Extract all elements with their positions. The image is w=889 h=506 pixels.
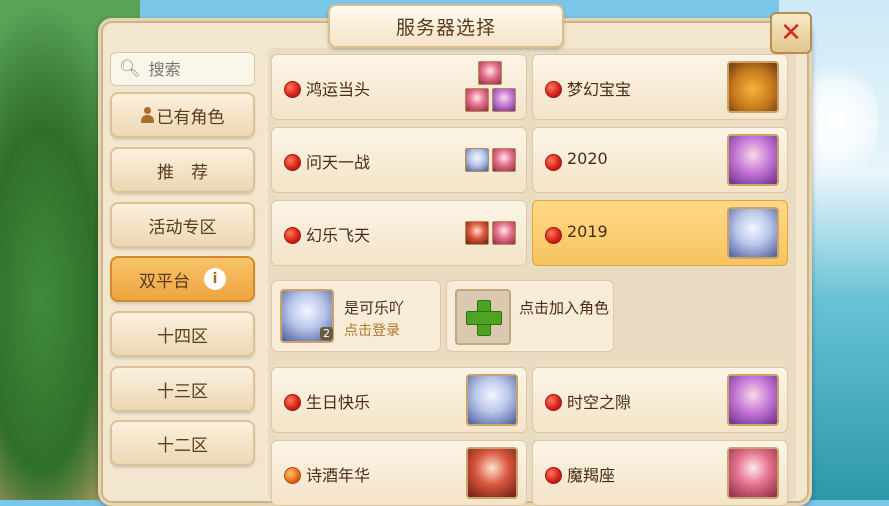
status-dot-icon — [545, 81, 562, 98]
role-avatar-icon — [465, 148, 489, 172]
server-name: 2020 — [567, 149, 608, 168]
status-dot-icon — [545, 467, 562, 484]
server-card[interactable]: 问天一战 — [271, 127, 527, 193]
server-card[interactable]: 诗酒年华 — [271, 440, 527, 506]
status-dot-icon — [284, 467, 301, 484]
server-card[interactable]: 鸿运当头 — [271, 54, 527, 120]
level-badge: 2 — [320, 327, 333, 340]
role-avatar-icon — [478, 61, 502, 85]
login-link[interactable]: 点击登录 — [344, 320, 400, 340]
server-card[interactable]: 幻乐飞天 — [271, 200, 527, 266]
tiger-avatar-icon — [727, 61, 779, 113]
close-button[interactable]: ✕ — [770, 12, 812, 54]
server-card[interactable]: 梦幻宝宝 — [532, 54, 788, 120]
search-input[interactable] — [146, 58, 251, 80]
server-name: 诗酒年华 — [306, 466, 371, 485]
search-icon: 🔍︎ — [119, 59, 141, 79]
server-card-selected[interactable]: 2019 — [532, 200, 788, 266]
sidebar-item-dual-platform[interactable]: 双平台 i — [110, 256, 255, 302]
add-role-label: 点击加入角色 — [519, 299, 610, 317]
role-avatar-icon — [465, 221, 489, 245]
status-dot-icon — [284, 81, 301, 98]
server-card[interactable]: 时空之隙 — [532, 367, 788, 433]
server-card[interactable]: 生日快乐 — [271, 367, 527, 433]
sidebar-item-recommended[interactable]: 推 荐 — [110, 147, 255, 193]
role-avatar-icon — [492, 88, 516, 112]
role-avatar-icon — [727, 207, 779, 259]
server-name: 时空之隙 — [567, 393, 632, 412]
server-name: 梦幻宝宝 — [567, 80, 632, 99]
server-name: 2019 — [567, 222, 608, 241]
sidebar-item-label: 十四区 — [157, 326, 208, 347]
role-avatar-icon — [727, 374, 779, 426]
sidebar-item-existing-roles[interactable]: 已有角色 — [110, 92, 255, 138]
sidebar-item-label: 十三区 — [157, 381, 208, 402]
server-card[interactable]: 2020 — [532, 127, 788, 193]
sidebar-item-label: 活动专区 — [148, 217, 217, 238]
search-box[interactable]: 🔍︎ — [110, 52, 255, 86]
sidebar-item-zone-12[interactable]: 十二区 — [110, 420, 255, 466]
status-dot-icon — [284, 227, 301, 244]
server-name: 问天一战 — [306, 153, 371, 172]
add-role-card[interactable]: 点击加入角色 — [446, 280, 614, 352]
role-avatar-icon — [727, 134, 779, 186]
person-icon — [140, 107, 154, 123]
sidebar-item-zone-13[interactable]: 十三区 — [110, 366, 255, 412]
info-icon[interactable]: i — [204, 268, 226, 290]
sidebar-item-label: 推 荐 — [157, 162, 208, 183]
status-dot-icon — [545, 154, 562, 171]
page-title: 服务器选择 — [395, 16, 496, 39]
sidebar-item-events[interactable]: 活动专区 — [110, 202, 255, 248]
role-avatar-icon — [727, 447, 779, 499]
close-icon: ✕ — [780, 18, 802, 48]
sidebar-item-label: 已有角色 — [156, 107, 225, 128]
status-dot-icon — [545, 394, 562, 411]
status-dot-icon — [545, 227, 562, 244]
plus-horizontal — [466, 311, 502, 325]
server-name: 生日快乐 — [306, 393, 371, 412]
role-avatar-icon — [466, 447, 518, 499]
role-avatar-icon — [492, 221, 516, 245]
server-name: 魔羯座 — [567, 466, 616, 485]
status-dot-icon — [284, 154, 301, 171]
role-name: 是可乐吖 — [344, 299, 405, 317]
existing-role-card[interactable]: 2 是可乐吖 点击登录 — [271, 280, 441, 352]
server-name: 鸿运当头 — [306, 80, 371, 99]
title-plate: 服务器选择 — [328, 4, 564, 48]
sidebar-item-zone-14[interactable]: 十四区 — [110, 311, 255, 357]
server-name: 幻乐飞天 — [306, 226, 371, 245]
role-avatar-icon — [465, 88, 489, 112]
server-card[interactable]: 魔羯座 — [532, 440, 788, 506]
plus-icon — [455, 289, 511, 345]
role-avatar-icon — [492, 148, 516, 172]
sidebar-item-label: 十二区 — [157, 435, 208, 456]
sidebar-item-label: 双平台 — [139, 271, 190, 292]
status-dot-icon — [284, 394, 301, 411]
role-avatar-icon — [466, 374, 518, 426]
